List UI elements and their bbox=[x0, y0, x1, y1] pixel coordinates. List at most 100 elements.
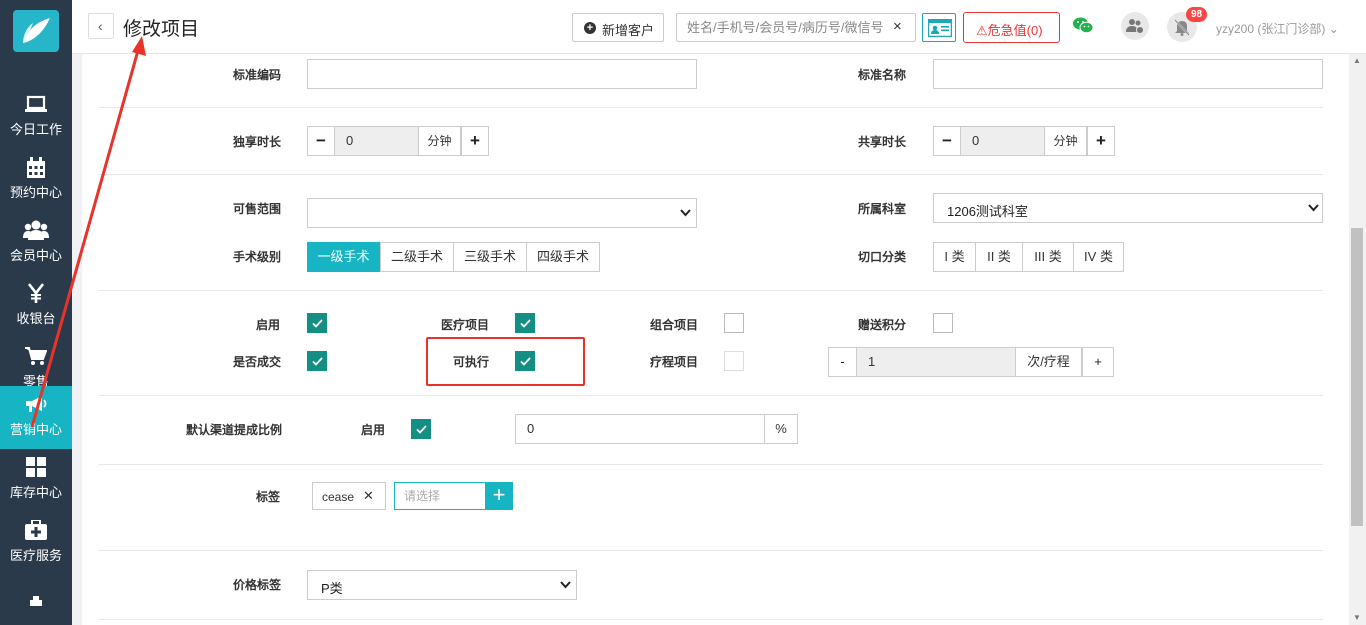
combo-item-label: 组合项目 bbox=[650, 318, 699, 332]
enabled-checkbox[interactable] bbox=[307, 313, 327, 333]
course-count-value[interactable]: 1 bbox=[857, 347, 1015, 377]
tag-text: cease bbox=[322, 490, 355, 504]
divider bbox=[98, 174, 1323, 175]
chevron-down-icon bbox=[560, 581, 571, 589]
combo-item-checkbox[interactable] bbox=[724, 313, 744, 333]
shopping-cart-icon bbox=[0, 346, 72, 368]
unit-label: 分钟 bbox=[418, 126, 461, 156]
price-tag-select[interactable]: P类 bbox=[307, 570, 577, 600]
yen-icon bbox=[0, 283, 72, 305]
app-logo[interactable] bbox=[13, 10, 59, 52]
scrollbar-thumb[interactable] bbox=[1351, 228, 1363, 526]
critical-value-label: ⚠危急值(0) bbox=[976, 23, 1043, 38]
plus-circle-icon: + bbox=[584, 22, 596, 34]
chevron-down-icon bbox=[680, 209, 691, 217]
shared-duration-value[interactable]: 0 bbox=[961, 126, 1044, 156]
bonus-points-checkbox[interactable] bbox=[933, 313, 953, 333]
medical-item-checkbox[interactable] bbox=[515, 313, 535, 333]
sidebar-item-member[interactable]: 会员中心 bbox=[0, 212, 72, 275]
search-input[interactable] bbox=[677, 14, 887, 41]
sidebar-item-today-work[interactable]: 今日工作 bbox=[0, 86, 72, 149]
incision-class-option[interactable]: I 类 bbox=[933, 242, 976, 272]
group-settings-icon[interactable] bbox=[1121, 12, 1149, 40]
sidebar-item-more[interactable] bbox=[0, 584, 72, 625]
scroll-up-icon[interactable]: ▲ bbox=[1353, 56, 1361, 65]
add-tag-button[interactable]: + bbox=[485, 482, 513, 510]
decrement-button[interactable]: − bbox=[307, 126, 335, 156]
calendar-icon bbox=[0, 157, 72, 179]
sale-scope-select[interactable] bbox=[307, 198, 697, 228]
increment-button[interactable]: + bbox=[1082, 347, 1114, 377]
sidebar-item-label: 今日工作 bbox=[9, 122, 62, 137]
decrement-button[interactable]: − bbox=[933, 126, 961, 156]
standard-name-input[interactable] bbox=[933, 59, 1323, 89]
surgery-level-option[interactable]: 二级手术 bbox=[380, 242, 454, 272]
decrement-button[interactable]: - bbox=[828, 347, 857, 377]
exclusive-duration-stepper: − 0 分钟 + bbox=[307, 126, 489, 156]
incision-class-option[interactable]: III 类 bbox=[1022, 242, 1074, 272]
main-form: 标准编码 标准名称 独享时长 − 0 分钟 + 共享时长 − 0 分钟 + 可售… bbox=[82, 54, 1349, 625]
sidebar-item-cashier[interactable]: 收银台 bbox=[0, 275, 72, 338]
wechat-icon[interactable] bbox=[1073, 17, 1094, 37]
chevron-down-icon: ⌄ bbox=[1328, 22, 1339, 36]
channel-commission-checkbox[interactable] bbox=[411, 419, 431, 439]
sidebar-item-label: 营销中心 bbox=[9, 422, 62, 437]
shared-duration-label: 共享时长 bbox=[858, 135, 907, 149]
surgery-level-option[interactable]: 四级手术 bbox=[526, 242, 600, 272]
clear-icon[interactable]: × bbox=[893, 18, 902, 35]
department-select[interactable]: 1206测试科室 bbox=[933, 193, 1323, 223]
check-icon bbox=[312, 319, 323, 328]
divider bbox=[98, 290, 1323, 291]
increment-button[interactable]: + bbox=[1087, 126, 1115, 156]
scroll-down-icon[interactable]: ▼ bbox=[1353, 613, 1361, 622]
users-group-icon bbox=[0, 220, 72, 242]
standard-code-input[interactable] bbox=[307, 59, 697, 89]
increment-button[interactable]: + bbox=[461, 126, 489, 156]
sidebar-item-label: 会员中心 bbox=[9, 248, 62, 263]
incision-class-label: 切口分类 bbox=[858, 250, 907, 264]
surgery-level-option[interactable]: 三级手术 bbox=[453, 242, 527, 272]
critical-count: 0 bbox=[1031, 23, 1039, 38]
enabled-label: 启用 bbox=[256, 318, 281, 332]
channel-commission-value[interactable]: 0 bbox=[515, 414, 765, 444]
incision-class-option[interactable]: IV 类 bbox=[1073, 242, 1124, 272]
laptop-icon bbox=[0, 94, 72, 116]
shared-duration-stepper: − 0 分钟 + bbox=[933, 126, 1115, 156]
executable-checkbox[interactable] bbox=[515, 351, 535, 371]
medical-item-label: 医疗项目 bbox=[441, 318, 490, 332]
close-icon[interactable]: ✕ bbox=[363, 488, 374, 504]
back-button[interactable]: ‹ bbox=[88, 13, 114, 39]
sidebar-item-medical-service[interactable]: 医疗服务 bbox=[0, 512, 72, 575]
tag-select-input[interactable] bbox=[395, 483, 483, 509]
department-label: 所属科室 bbox=[858, 202, 907, 216]
deal-closed-checkbox[interactable] bbox=[307, 351, 327, 371]
check-icon bbox=[312, 357, 323, 366]
sidebar-item-marketing[interactable]: 营销中心 bbox=[0, 386, 72, 449]
sidebar-item-label: 库存中心 bbox=[9, 485, 62, 500]
standard-name-label: 标准名称 bbox=[858, 68, 907, 82]
chevron-down-icon bbox=[1308, 204, 1319, 212]
id-card-button[interactable] bbox=[922, 13, 956, 42]
top-header: ‹ 修改项目 + 新增客户 × ⚠危急值(0) 98 yzy200 (张江门诊部… bbox=[72, 0, 1366, 54]
surgery-level-label: 手术级别 bbox=[233, 250, 282, 264]
user-menu[interactable]: yzy200 (张江门诊部) ⌄ bbox=[1216, 20, 1339, 37]
grid-icon bbox=[0, 457, 72, 479]
medical-kit-icon bbox=[0, 520, 72, 542]
add-customer-button[interactable]: + 新增客户 bbox=[572, 13, 664, 42]
vertical-scrollbar[interactable]: ▲ ▼ bbox=[1349, 54, 1366, 625]
course-item-checkbox[interactable] bbox=[724, 351, 744, 371]
sidebar-item-appointment[interactable]: 预约中心 bbox=[0, 149, 72, 212]
unit-label: 分钟 bbox=[1044, 126, 1087, 156]
sidebar-item-label: 预约中心 bbox=[9, 185, 62, 200]
add-customer-label: 新增客户 bbox=[602, 23, 655, 38]
surgery-level-option[interactable]: 一级手术 bbox=[307, 242, 380, 272]
divider bbox=[98, 464, 1323, 465]
surgery-level-group: 一级手术 二级手术 三级手术 四级手术 bbox=[307, 242, 600, 272]
sidebar: 今日工作 预约中心 会员中心 收银台 零售 营销中心 库存中心 医疗服务 bbox=[0, 0, 72, 625]
notification-badge: 98 bbox=[1186, 7, 1208, 22]
sidebar-item-inventory[interactable]: 库存中心 bbox=[0, 449, 72, 512]
divider bbox=[98, 395, 1323, 396]
incision-class-option[interactable]: II 类 bbox=[975, 242, 1023, 272]
critical-value-button[interactable]: ⚠危急值(0) bbox=[963, 12, 1060, 43]
exclusive-duration-value[interactable]: 0 bbox=[335, 126, 418, 156]
